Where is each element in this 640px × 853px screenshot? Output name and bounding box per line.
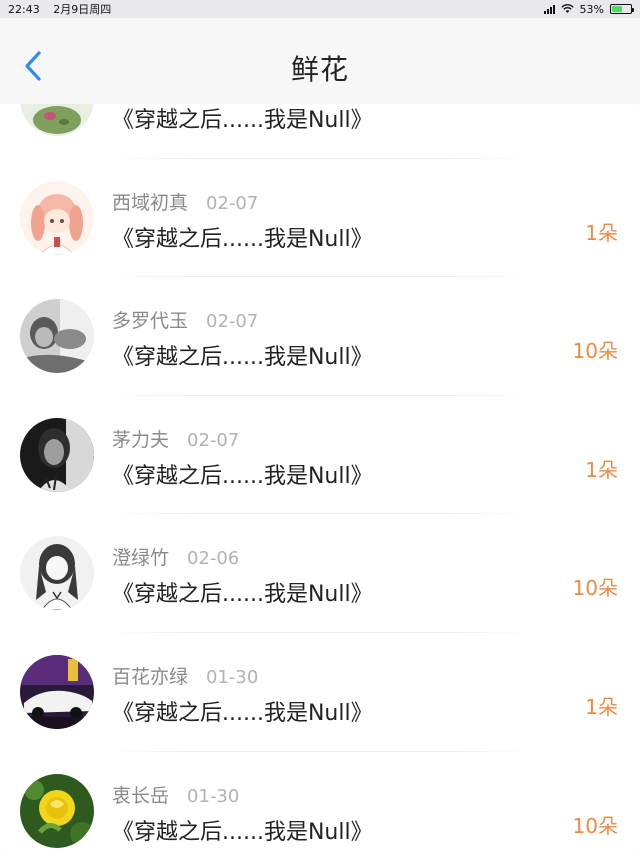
flower-count: 1朵 (585, 694, 618, 719)
battery-icon (610, 4, 634, 14)
flower-list-card: 《穿越之后......我是Null》 西域初真 02-07 《穿越之后.....… (0, 98, 640, 853)
sender-meta: 多罗代玉 02-07 (112, 306, 258, 333)
sender-meta: 西域初真 02-07 (112, 188, 258, 215)
book-title: 《穿越之后......我是Null》 (112, 463, 373, 489)
status-bar: 22:43 2月9日周四 53% (0, 0, 640, 18)
sender-name: 茅力夫 (112, 428, 170, 451)
sender-meta: 百花亦绿 01-30 (112, 662, 258, 689)
list-item[interactable]: 西域初真 02-07 《穿越之后......我是Null》 1朵 (0, 159, 640, 278)
flower-count: 10朵 (572, 339, 618, 364)
send-date: 02-07 (187, 429, 240, 451)
book-title: 《穿越之后......我是Null》 (112, 226, 373, 252)
signal-icon (543, 4, 555, 14)
sender-meta: 衷长岳 01-30 (112, 781, 239, 808)
send-date: 01-30 (187, 785, 240, 807)
list-item[interactable]: 多罗代玉 02-07 《穿越之后......我是Null》 10朵 (0, 277, 640, 396)
send-date: 02-07 (206, 192, 259, 214)
status-time: 22:43 (8, 3, 40, 16)
page-title: 鲜花 (290, 53, 349, 86)
battery-fill (612, 6, 622, 12)
avatar (20, 773, 94, 848)
battery-percent: 53% (579, 2, 604, 16)
send-date: 02-07 (206, 311, 259, 333)
list-item[interactable]: 茅力夫 02-07 《穿越之后......我是Null》 1朵 (0, 396, 640, 515)
list-item[interactable]: 澄绿竹 02-06 《穿越之后......我是Null》 10朵 (0, 514, 640, 633)
wifi-icon (560, 4, 574, 13)
sender-meta: 澄绿竹 02-06 (112, 543, 239, 570)
sender-name: 多罗代玉 (112, 310, 189, 333)
flower-count: 10朵 (572, 813, 618, 838)
avatar (20, 654, 94, 729)
book-title: 《穿越之后......我是Null》 (112, 345, 373, 371)
book-title: 《穿越之后......我是Null》 (112, 108, 373, 133)
sender-name: 西域初真 (112, 191, 189, 214)
send-date: 02-06 (187, 548, 240, 570)
status-left: 22:43 2月9日周四 (8, 1, 121, 17)
book-title: 《穿越之后......我是Null》 (112, 700, 373, 726)
flower-count: 1朵 (585, 220, 618, 245)
list-item[interactable]: 衷长岳 01-30 《穿越之后......我是Null》 10朵 (0, 752, 640, 853)
avatar (20, 180, 94, 255)
list-item[interactable]: 百花亦绿 01-30 《穿越之后......我是Null》 1朵 (0, 633, 640, 752)
book-title: 《穿越之后......我是Null》 (112, 819, 373, 845)
list-item[interactable]: 《穿越之后......我是Null》 (0, 98, 640, 159)
nav-bar: 鲜花 (0, 18, 640, 104)
book-title: 《穿越之后......我是Null》 (112, 582, 373, 608)
sender-name: 衷长岳 (112, 784, 170, 807)
flower-count: 1朵 (585, 457, 618, 482)
sender-name: 澄绿竹 (112, 547, 170, 570)
send-date: 01-30 (206, 666, 259, 688)
flower-list: 《穿越之后......我是Null》 西域初真 02-07 《穿越之后.....… (0, 98, 640, 853)
sender-meta: 茅力夫 02-07 (112, 425, 239, 452)
status-right: 53% (543, 2, 634, 16)
avatar (20, 536, 94, 611)
sender-name: 百花亦绿 (112, 665, 189, 688)
avatar (20, 299, 94, 374)
avatar (20, 417, 94, 492)
status-date: 2月9日周四 (53, 3, 112, 16)
flower-count: 10朵 (572, 576, 618, 601)
